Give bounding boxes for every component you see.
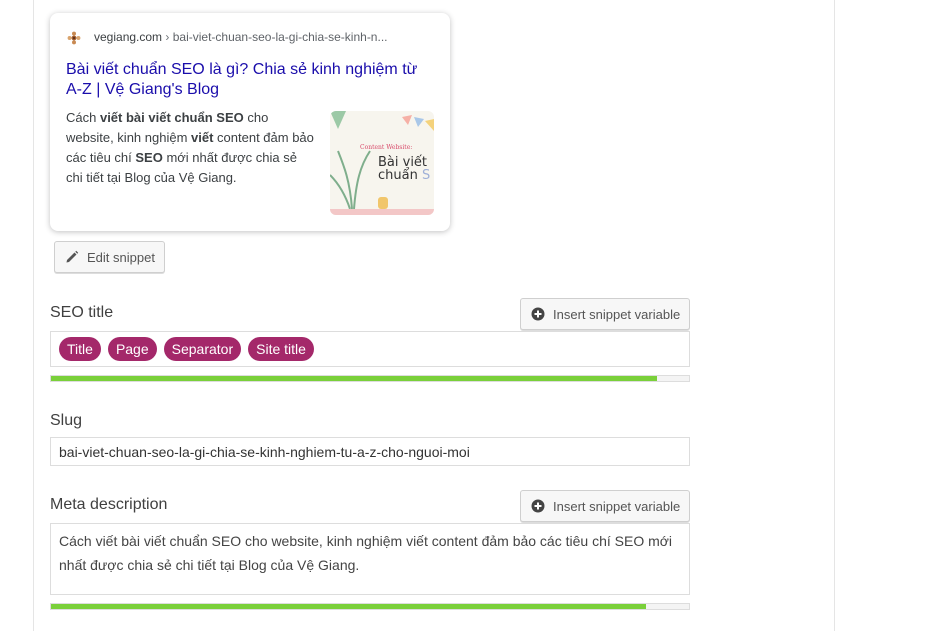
insert-snippet-variable-button[interactable]: Insert snippet variable <box>520 298 690 330</box>
meta-description-progress <box>50 603 690 610</box>
variable-pill-site-title[interactable]: Site title <box>248 337 314 361</box>
variable-pill-page[interactable]: Page <box>107 337 157 361</box>
panel-right-border <box>834 0 835 631</box>
edit-snippet-button[interactable]: Edit snippet <box>54 241 165 273</box>
meta-description-label: Meta description <box>50 496 168 513</box>
desc-text: Cách <box>66 110 100 125</box>
slug-input[interactable]: bai-viet-chuan-seo-la-gi-chia-se-kinh-ng… <box>50 437 690 466</box>
breadcrumb-separator: › <box>165 30 170 44</box>
desc-bold: viết <box>191 130 214 145</box>
slug-label: Slug <box>50 412 83 429</box>
meta-description-progress-fill <box>51 604 646 609</box>
preview-path: bai-viet-chuan-seo-la-gi-chia-se-kinh-n.… <box>172 30 388 44</box>
variable-pill-title[interactable]: Title <box>59 337 101 361</box>
variable-pill-separator[interactable]: Separator <box>163 337 242 361</box>
seo-title-progress-fill <box>51 376 658 381</box>
preview-domain: vegiang.com <box>94 30 163 44</box>
flower-favicon-icon <box>66 30 82 46</box>
thumbnail-heading-2: chuẩn S <box>378 168 430 183</box>
thumbnail-caption: Content Website: <box>360 144 413 151</box>
panel-left-border <box>33 0 34 631</box>
plus-circle-icon <box>531 499 545 513</box>
insert-snippet-variable-button[interactable]: Insert snippet variable <box>520 490 690 522</box>
plus-circle-icon <box>531 307 545 321</box>
insert-snippet-label: Insert snippet variable <box>553 306 681 322</box>
preview-title-link[interactable]: Bài viết chuẩn SEO là gì? Chia sẻ kinh n… <box>66 60 436 100</box>
seo-title-input[interactable]: Title Page Separator Site title <box>50 331 690 367</box>
desc-bold: viết bài viết chuẩn SEO <box>99 110 244 125</box>
edit-snippet-label: Edit snippet <box>87 249 155 265</box>
pencil-icon <box>65 250 79 264</box>
desc-bold: SEO <box>135 150 163 165</box>
thumbnail-word: chuẩn <box>378 168 418 183</box>
google-preview-card[interactable]: vegiang.com › bai-viet-chuan-seo-la-gi-c… <box>50 13 450 231</box>
meta-description-input[interactable]: Cách viết bài viết chuẩn SEO cho website… <box>50 523 690 595</box>
preview-url-breadcrumb: vegiang.com › bai-viet-chuan-seo-la-gi-c… <box>94 30 388 44</box>
insert-snippet-label: Insert snippet variable <box>553 498 681 514</box>
preview-thumbnail: Content Website: Bài viết chuẩn S <box>330 111 434 215</box>
preview-description: Cách viết bài viết chuẩn SEO cho website… <box>66 108 316 188</box>
seo-title-progress <box>50 375 690 382</box>
thumbnail-word-accent: S <box>417 168 431 183</box>
seo-title-label: SEO title <box>50 304 114 321</box>
